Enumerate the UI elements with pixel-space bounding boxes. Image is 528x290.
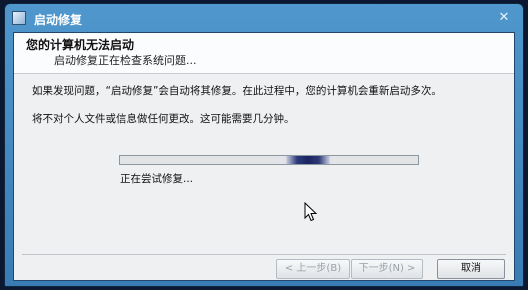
description-paragraph-1: 如果发现问题，“启动修复”会自动将其修复。在此过程中，您的计算机会重新启动多次。	[32, 85, 442, 97]
window-title: 启动修复	[34, 13, 83, 27]
page-subtitle: 启动修复正在检查系统问题...	[54, 54, 197, 67]
progress-marquee-chunk	[286, 156, 330, 164]
startup-repair-window: 启动修复 ✕ 您的计算机无法启动 启动修复正在检查系统问题... 如果发现问题，…	[4, 3, 524, 287]
page-title: 您的计算机无法启动	[26, 38, 135, 52]
dialog-content: 您的计算机无法启动 启动修复正在检查系统问题... 如果发现问题，“启动修复”会…	[13, 32, 515, 281]
next-button[interactable]: 下一步(N) >	[351, 259, 423, 279]
back-button[interactable]: < 上一步(B)	[276, 259, 350, 279]
status-text: 正在尝试修复...	[120, 173, 194, 185]
mouse-pointer-icon	[304, 202, 318, 222]
description-paragraph-2: 将不对个人文件或信息做任何更改。这可能需要几分钟。	[32, 113, 295, 125]
title-bar[interactable]: 启动修复 ✕	[5, 4, 523, 32]
startup-repair-icon	[12, 11, 26, 25]
cancel-button[interactable]: 取消	[437, 259, 505, 279]
button-separator	[22, 254, 506, 255]
dialog-header: 您的计算机无法启动 启动修复正在检查系统问题...	[14, 33, 514, 74]
progress-bar	[119, 155, 419, 165]
close-button[interactable]: ✕	[493, 10, 515, 26]
close-icon: ✕	[498, 10, 510, 25]
